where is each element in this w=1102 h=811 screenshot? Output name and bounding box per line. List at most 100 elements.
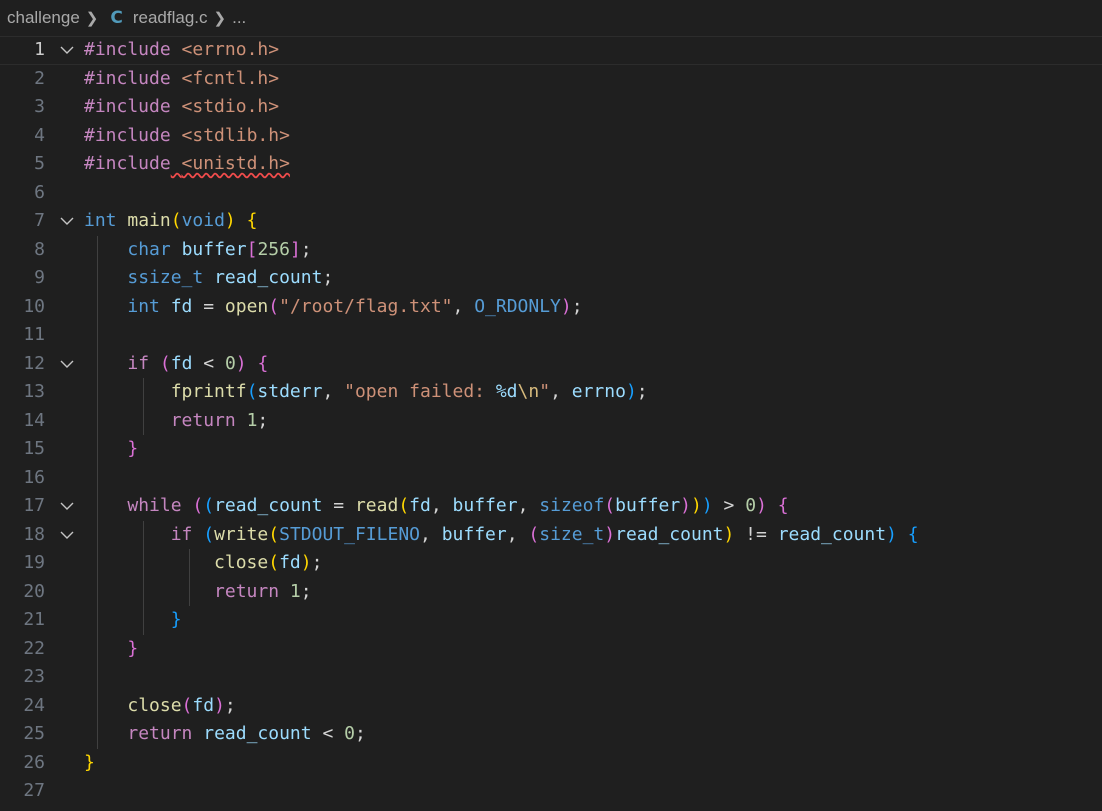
code-editor[interactable]: 1 #include <errno.h> 2 #include <fcntl.h> 3 #…: [0, 36, 1102, 806]
code-token: ): [235, 352, 247, 374]
code-text: return read_count < 0;: [84, 720, 365, 749]
code-line[interactable]: 2 #include <fcntl.h>: [0, 65, 1102, 94]
code-line[interactable]: 24 close(fd);: [0, 691, 1102, 720]
code-token: ): [756, 495, 767, 516]
code-token: buffer: [441, 523, 507, 545]
code-token: ,: [452, 295, 475, 317]
code-token: main: [127, 210, 171, 231]
code-token: {: [257, 352, 269, 374]
code-token: close: [214, 552, 269, 573]
code-token: (: [203, 495, 215, 516]
code-line[interactable]: 1 #include <errno.h>: [0, 36, 1102, 65]
code-line[interactable]: 27: [0, 777, 1102, 806]
code-token: ): [625, 381, 637, 402]
code-token: buffer: [452, 495, 518, 516]
code-token: close: [127, 694, 182, 716]
code-token: <unistd.h>: [181, 153, 290, 174]
code-line[interactable]: 3 #include <stdio.h>: [0, 93, 1102, 122]
code-line[interactable]: 4 #include <stdlib.h>: [0, 122, 1102, 151]
code-token: %d: [495, 381, 518, 402]
code-token: ): [723, 523, 735, 545]
code-text: if (fd < 0) {: [84, 350, 268, 379]
chevron-right-icon: ❯: [85, 10, 99, 27]
code-line[interactable]: 5 #include <unistd.h>: [0, 150, 1102, 179]
code-line[interactable]: 22 }: [0, 634, 1102, 663]
fold-chevron-icon[interactable]: [58, 521, 78, 550]
fold-chevron-icon[interactable]: [58, 492, 78, 521]
line-number: 14: [23, 409, 45, 431]
code-token: return: [214, 580, 280, 602]
code-token: ,: [506, 523, 529, 545]
code-token: 0: [344, 723, 355, 744]
fold-chevron-icon[interactable]: [58, 36, 78, 65]
code-token: {: [246, 210, 258, 231]
code-token: fd: [409, 495, 431, 516]
code-line[interactable]: 19 close(fd);: [0, 549, 1102, 578]
code-token: 256: [257, 238, 290, 260]
code-text: fprintf(stderr, "open failed: %d\n", err…: [84, 378, 648, 407]
breadcrumb-file[interactable]: readflag.c: [133, 8, 208, 28]
code-line[interactable]: 10 int fd = open("/root/flag.txt", O_RDO…: [0, 292, 1102, 322]
code-line[interactable]: 13 fprintf(stderr, "open failed: %d\n", …: [0, 378, 1102, 407]
code-line[interactable]: 25 return read_count < 0;: [0, 720, 1102, 749]
code-text: return 1;: [84, 407, 269, 436]
code-token: if: [170, 523, 193, 545]
code-token: (: [181, 694, 193, 716]
code-token: <fcntl.h>: [181, 67, 280, 89]
code-line[interactable]: 14 return 1;: [0, 406, 1102, 436]
code-token: (: [170, 210, 182, 231]
code-token: ): [214, 694, 225, 716]
c-file-icon: C: [110, 8, 123, 28]
code-line[interactable]: 26}: [0, 749, 1102, 778]
code-line[interactable]: 6: [0, 179, 1102, 208]
code-line[interactable]: 12 if (fd < 0) {: [0, 349, 1102, 379]
code-token: (: [268, 295, 280, 317]
code-token: fd: [192, 694, 215, 716]
code-token: #include: [84, 39, 171, 60]
code-line[interactable]: 11: [0, 321, 1102, 350]
line-number: 10: [23, 295, 45, 317]
code-token: ": [539, 381, 551, 402]
code-line[interactable]: 18 if (write(STDOUT_FILENO, buffer, (siz…: [0, 520, 1102, 550]
code-token: ): [300, 552, 312, 573]
code-line[interactable]: 23: [0, 663, 1102, 692]
code-token: ;: [224, 694, 236, 716]
code-line[interactable]: 17 while ((read_count = read(fd, buffer,…: [0, 492, 1102, 521]
code-line[interactable]: 15 }: [0, 435, 1102, 464]
line-number: 2: [34, 67, 45, 89]
fold-chevron-icon[interactable]: [58, 207, 78, 236]
code-token: "/root/flag.txt": [279, 295, 453, 317]
code-line[interactable]: 21 }: [0, 606, 1102, 635]
fold-chevron-icon[interactable]: [58, 350, 78, 379]
code-token: {: [907, 523, 919, 545]
code-line[interactable]: 9 ssize_t read_count;: [0, 264, 1102, 293]
code-token: ): [560, 295, 572, 317]
code-text: int fd = open("/root/flag.txt", O_RDONLY…: [84, 293, 582, 322]
code-line[interactable]: 7 int main(void) {: [0, 207, 1102, 236]
code-line[interactable]: 8 char buffer[256];: [0, 235, 1102, 264]
line-number: 7: [34, 210, 45, 231]
code-text: while ((read_count = read(fd, buffer, si…: [84, 492, 788, 521]
breadcrumb-more[interactable]: ...: [232, 8, 246, 28]
line-number: 1: [34, 39, 45, 60]
code-token: (: [398, 495, 410, 516]
code-line[interactable]: 16: [0, 463, 1102, 492]
code-token: #include: [84, 67, 171, 89]
line-number: 6: [34, 181, 45, 203]
code-token: fd: [170, 352, 193, 374]
breadcrumb: challenge ❯ C readflag.c ❯ ...: [0, 0, 1102, 36]
code-token: ,: [322, 381, 345, 402]
code-line[interactable]: 20 return 1;: [0, 577, 1102, 607]
code-text: return 1;: [84, 578, 312, 607]
breadcrumb-folder[interactable]: challenge: [7, 8, 80, 28]
code-token: sizeof: [539, 495, 605, 516]
